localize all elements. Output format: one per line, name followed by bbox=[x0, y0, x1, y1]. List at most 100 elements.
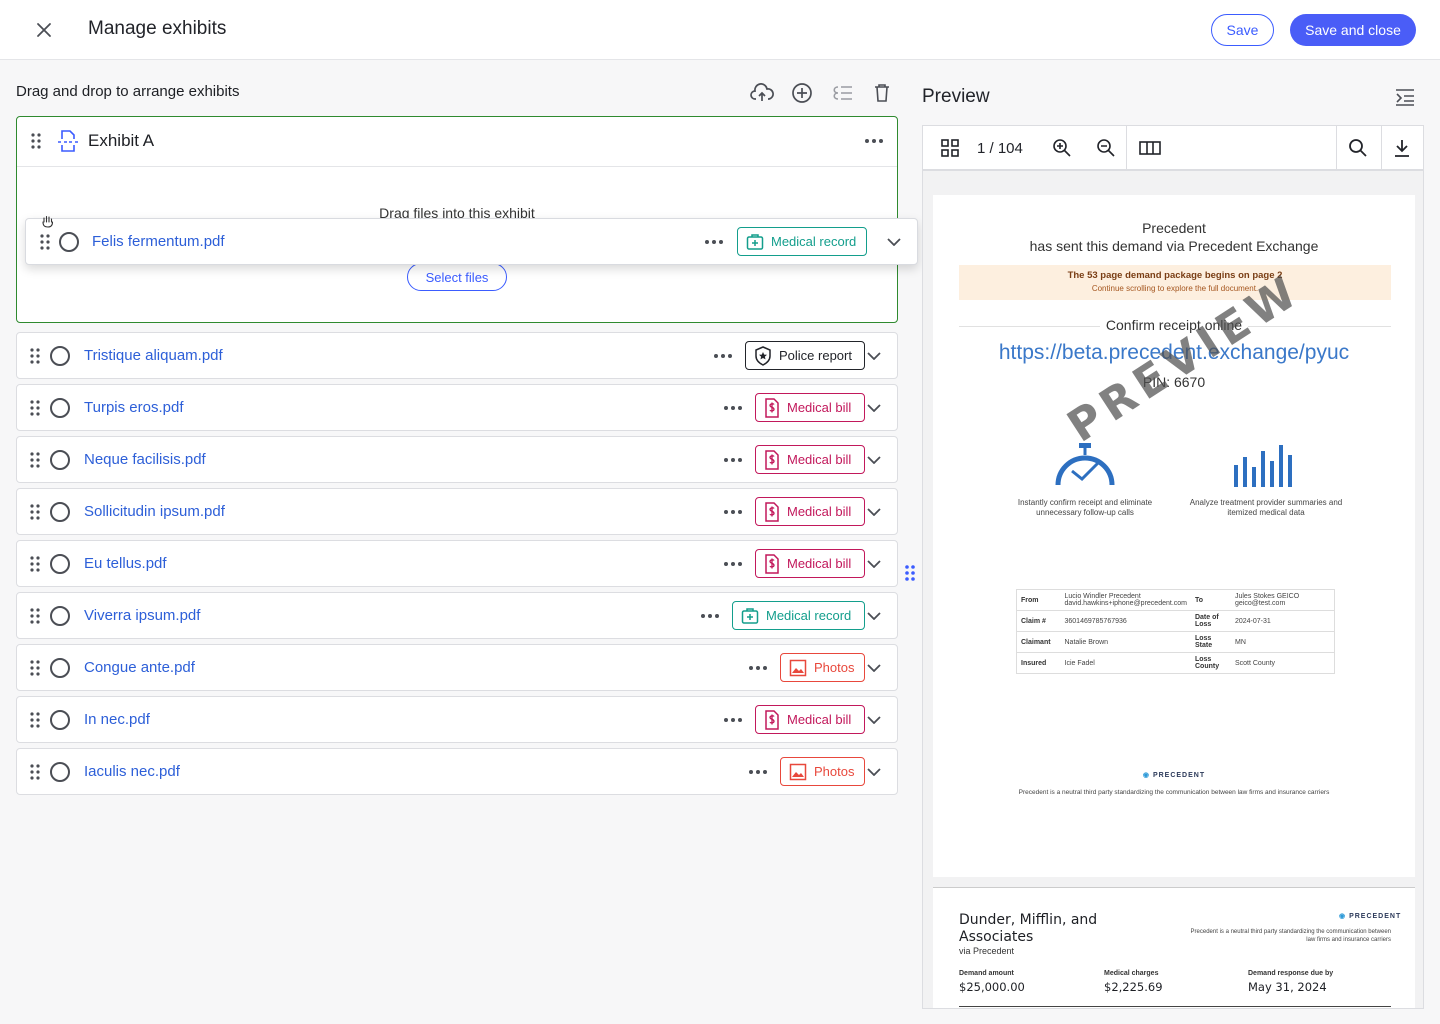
file-name[interactable]: Viverra ipsum.pdf bbox=[84, 607, 200, 624]
police-badge-icon bbox=[754, 345, 772, 366]
chevron-down-icon[interactable] bbox=[864, 502, 884, 522]
drag-handle-icon[interactable] bbox=[30, 660, 40, 676]
chevron-down-icon[interactable] bbox=[864, 658, 884, 678]
response-due-value: May 31, 2024 bbox=[1248, 980, 1327, 994]
add-circle-icon[interactable] bbox=[789, 80, 815, 106]
file-row[interactable]: Congue ante.pdf Photos bbox=[16, 644, 898, 691]
close-icon[interactable] bbox=[32, 18, 56, 42]
save-button[interactable]: Save bbox=[1211, 14, 1274, 46]
chevron-down-icon[interactable] bbox=[864, 346, 884, 366]
drag-handle-icon[interactable] bbox=[30, 452, 40, 468]
collapse-panel-icon[interactable] bbox=[1394, 86, 1416, 106]
search-icon[interactable] bbox=[1346, 136, 1370, 160]
drag-handle-icon[interactable] bbox=[40, 234, 50, 250]
medical-bill-icon bbox=[764, 449, 780, 470]
more-options-icon[interactable] bbox=[699, 606, 721, 626]
document-type-tag[interactable]: Police report bbox=[745, 341, 865, 370]
drag-handle-icon[interactable] bbox=[30, 556, 40, 572]
more-options-icon[interactable] bbox=[722, 710, 744, 730]
panel-resize-handle[interactable] bbox=[904, 564, 916, 582]
more-options-icon[interactable] bbox=[747, 762, 769, 782]
trash-icon[interactable] bbox=[869, 80, 895, 106]
page-view-icon[interactable] bbox=[1138, 136, 1162, 160]
file-name[interactable]: Sollicitudin ipsum.pdf bbox=[84, 503, 225, 520]
file-select-radio[interactable] bbox=[50, 346, 70, 366]
file-select-radio[interactable] bbox=[50, 554, 70, 574]
drag-handle-icon[interactable] bbox=[30, 400, 40, 416]
file-select-radio[interactable] bbox=[50, 606, 70, 626]
chevron-down-icon[interactable] bbox=[864, 554, 884, 574]
drag-handle-icon[interactable] bbox=[30, 764, 40, 780]
top-bar: Manage exhibits Save Save and close bbox=[0, 0, 1440, 60]
document-type-tag[interactable]: Medical bill bbox=[755, 497, 865, 526]
file-row[interactable]: Turpis eros.pdf Medical bill bbox=[16, 384, 898, 431]
file-row[interactable]: Tristique aliquam.pdf Police report bbox=[16, 332, 898, 379]
indent-icon[interactable] bbox=[829, 80, 855, 106]
file-select-radio[interactable] bbox=[59, 232, 79, 252]
drag-handle-icon[interactable] bbox=[31, 133, 41, 149]
file-name[interactable]: Iaculis nec.pdf bbox=[84, 763, 180, 780]
exhibit-header: Exhibit A bbox=[17, 117, 897, 167]
zoom-out-icon[interactable] bbox=[1094, 136, 1118, 160]
more-options-icon[interactable] bbox=[712, 346, 734, 366]
more-options-icon[interactable] bbox=[722, 502, 744, 522]
file-name[interactable]: Eu tellus.pdf bbox=[84, 555, 167, 572]
file-select-radio[interactable] bbox=[50, 450, 70, 470]
document-type-tag[interactable]: Medical record bbox=[732, 601, 865, 630]
save-and-close-button[interactable]: Save and close bbox=[1290, 14, 1416, 46]
more-options-icon[interactable] bbox=[722, 398, 744, 418]
drag-handle-icon[interactable] bbox=[30, 608, 40, 624]
drag-handle-icon[interactable] bbox=[30, 712, 40, 728]
file-select-radio[interactable] bbox=[50, 658, 70, 678]
file-row[interactable]: Sollicitudin ipsum.pdf Medical bill bbox=[16, 488, 898, 535]
drag-handle-icon[interactable] bbox=[30, 348, 40, 364]
chevron-down-icon[interactable] bbox=[884, 232, 904, 252]
file-row[interactable]: Neque facilisis.pdf Medical bill bbox=[16, 436, 898, 483]
cloud-upload-icon[interactable] bbox=[749, 80, 775, 106]
more-options-icon[interactable] bbox=[703, 232, 725, 252]
drag-handle-icon[interactable] bbox=[30, 504, 40, 520]
photo-icon bbox=[789, 763, 807, 781]
file-select-radio[interactable] bbox=[50, 710, 70, 730]
file-row[interactable]: Viverra ipsum.pdf Medical record bbox=[16, 592, 898, 639]
document-type-tag[interactable]: Medical bill bbox=[755, 445, 865, 474]
thumbnails-icon[interactable] bbox=[938, 136, 962, 160]
more-options-icon[interactable] bbox=[722, 554, 744, 574]
more-options-icon[interactable] bbox=[863, 131, 885, 151]
download-icon[interactable] bbox=[1390, 136, 1414, 160]
document-type-tag[interactable]: Photos bbox=[780, 757, 865, 786]
document-type-tag[interactable]: Medical record bbox=[737, 227, 868, 256]
document-type-tag[interactable]: Photos bbox=[780, 653, 865, 682]
chevron-down-icon[interactable] bbox=[864, 450, 884, 470]
file-row[interactable]: In nec.pdf Medical bill bbox=[16, 696, 898, 743]
photo-icon bbox=[789, 659, 807, 677]
zoom-in-icon[interactable] bbox=[1050, 136, 1074, 160]
document-type-label: Medical bill bbox=[787, 556, 852, 571]
file-name[interactable]: Turpis eros.pdf bbox=[84, 399, 184, 416]
file-select-radio[interactable] bbox=[50, 398, 70, 418]
confirm-receipt-text: Confirm receipt online bbox=[933, 317, 1415, 333]
more-options-icon[interactable] bbox=[747, 658, 769, 678]
document-type-tag[interactable]: Medical bill bbox=[755, 549, 865, 578]
document-type-tag[interactable]: Medical bill bbox=[755, 393, 865, 422]
file-name[interactable]: Tristique aliquam.pdf bbox=[84, 347, 223, 364]
medical-charges-label: Medical charges bbox=[1104, 970, 1159, 977]
file-row[interactable]: Iaculis nec.pdf Photos bbox=[16, 748, 898, 795]
file-row[interactable]: Eu tellus.pdf Medical bill bbox=[16, 540, 898, 587]
file-select-radio[interactable] bbox=[50, 762, 70, 782]
file-name[interactable]: Congue ante.pdf bbox=[84, 659, 195, 676]
chevron-down-icon[interactable] bbox=[864, 762, 884, 782]
document-type-label: Photos bbox=[814, 764, 855, 779]
select-files-button[interactable]: Select files bbox=[407, 263, 507, 291]
file-name[interactable]: Neque facilisis.pdf bbox=[84, 451, 206, 468]
document-type-tag[interactable]: Medical bill bbox=[755, 705, 865, 734]
dragging-file-card[interactable]: Felis fermentum.pdf Medical record bbox=[25, 218, 918, 265]
pdf-viewer[interactable]: 1 / 104 Precedent has sent this demand v… bbox=[922, 125, 1424, 1009]
file-name[interactable]: Felis fermentum.pdf bbox=[92, 233, 225, 250]
chevron-down-icon[interactable] bbox=[864, 710, 884, 730]
chevron-down-icon[interactable] bbox=[864, 606, 884, 626]
more-options-icon[interactable] bbox=[722, 450, 744, 470]
chevron-down-icon[interactable] bbox=[864, 398, 884, 418]
file-select-radio[interactable] bbox=[50, 502, 70, 522]
file-name[interactable]: In nec.pdf bbox=[84, 711, 150, 728]
